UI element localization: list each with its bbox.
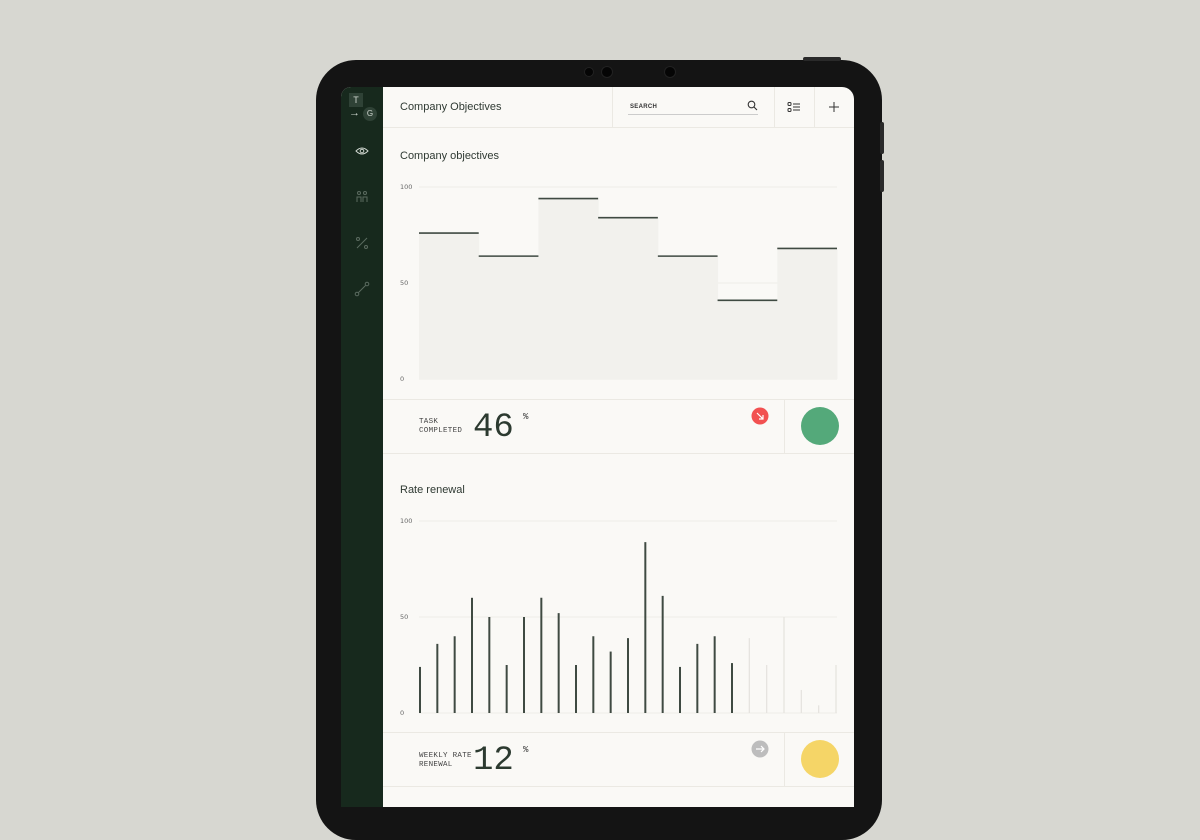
stat-label-line: TASK (419, 418, 439, 426)
trend-flat-icon (751, 740, 769, 758)
volume-down-button (880, 160, 884, 192)
stat-label: WEEKLY RATE RENEWAL (419, 752, 472, 770)
connection-icon[interactable] (353, 280, 371, 298)
y-tick-label: 50 (400, 279, 408, 287)
eye-icon[interactable] (353, 142, 371, 160)
step-area (657, 256, 719, 379)
sidebar: T → G (341, 87, 383, 807)
step-area (598, 217, 659, 379)
people-icon[interactable] (353, 188, 371, 206)
step-area (478, 256, 539, 379)
step-area (777, 248, 838, 379)
stat-label-line: COMPLETED (419, 427, 463, 435)
stat-value: 46 (473, 409, 514, 447)
y-tick-label: 0 (400, 375, 404, 383)
section-title: Company objectives (400, 150, 500, 162)
stat-unit: % (523, 412, 529, 422)
stat-unit: % (523, 745, 529, 755)
step-area (538, 198, 599, 379)
logo-avatar[interactable]: G (363, 107, 377, 121)
stat-label-line: RENEWAL (419, 761, 453, 769)
logo: T (349, 93, 363, 107)
y-tick-label: 100 (400, 517, 412, 525)
search-icon[interactable] (747, 100, 758, 111)
y-tick-label: 50 (400, 613, 408, 621)
stat-value: 12 (473, 742, 514, 780)
list-filter-icon[interactable] (787, 101, 801, 113)
status-dot-yellow (801, 740, 839, 778)
trend-down-icon (751, 407, 769, 425)
add-icon[interactable] (828, 101, 840, 113)
logo-arrow: → (349, 107, 360, 119)
main-content: Company Objectives SEARCH Company object… (383, 87, 854, 807)
volume-up-button (880, 122, 884, 154)
y-tick-label: 100 (400, 183, 412, 191)
renewal-chart: 100 50 0 (400, 517, 837, 717)
screen: T → G Company Objectives SEARCH Company … (341, 87, 854, 807)
search-input[interactable]: SEARCH (628, 97, 758, 115)
stat-label: TASK COMPLETED (419, 418, 462, 436)
y-tick-label: 0 (400, 709, 404, 717)
power-button (803, 57, 841, 61)
camera (664, 66, 676, 78)
search-placeholder: SEARCH (630, 104, 658, 110)
section-title: Rate renewal (400, 484, 465, 496)
camera (601, 66, 613, 78)
step-area (717, 300, 778, 379)
sensor (584, 67, 594, 77)
page-title: Company Objectives (400, 101, 502, 113)
objectives-chart: 100 50 0 (400, 183, 838, 383)
step-area (419, 233, 480, 379)
percent-icon[interactable] (353, 234, 371, 252)
status-dot-green (801, 407, 839, 445)
stat-label-line: WEEKLY RATE (419, 752, 472, 760)
